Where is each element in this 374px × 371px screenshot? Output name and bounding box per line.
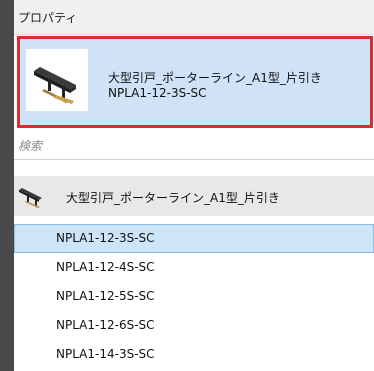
selected-family-name: 大型引戸_ポーターライン_A1型_片引き [108,71,322,85]
type-list-item[interactable]: NPLA1-12-6S-SC [14,311,374,340]
type-list-item[interactable]: NPLA1-12-3S-SC [14,224,374,253]
type-selector[interactable]: 大型引戸_ポーターライン_A1型_片引き NPLA1-12-3S-SC [17,36,373,128]
door-thumbnail-icon [26,49,88,111]
properties-title-bar: プロパティ [14,0,374,35]
type-list: NPLA1-12-3S-SC NPLA1-12-4S-SC NPLA1-12-5… [14,224,374,369]
search-input[interactable] [14,134,374,158]
type-list-item[interactable]: NPLA1-14-3S-SC [14,340,374,369]
family-group-header[interactable]: 大型引戸_ポーターライン_A1型_片引き [14,176,374,216]
family-group-label: 大型引戸_ポーターライン_A1型_片引き [66,191,280,205]
properties-panel: プロパティ 大型引戸_ポーターライン_A1型_片引き NPLA1-12-3S-S… [14,0,374,371]
properties-title: プロパティ [18,11,78,25]
type-list-item[interactable]: NPLA1-12-5S-SC [14,282,374,311]
type-list-item[interactable]: NPLA1-12-4S-SC [14,253,374,282]
selected-type-name: NPLA1-12-3S-SC [108,86,207,100]
search-box[interactable] [14,134,374,160]
door-family-icon [16,180,46,210]
